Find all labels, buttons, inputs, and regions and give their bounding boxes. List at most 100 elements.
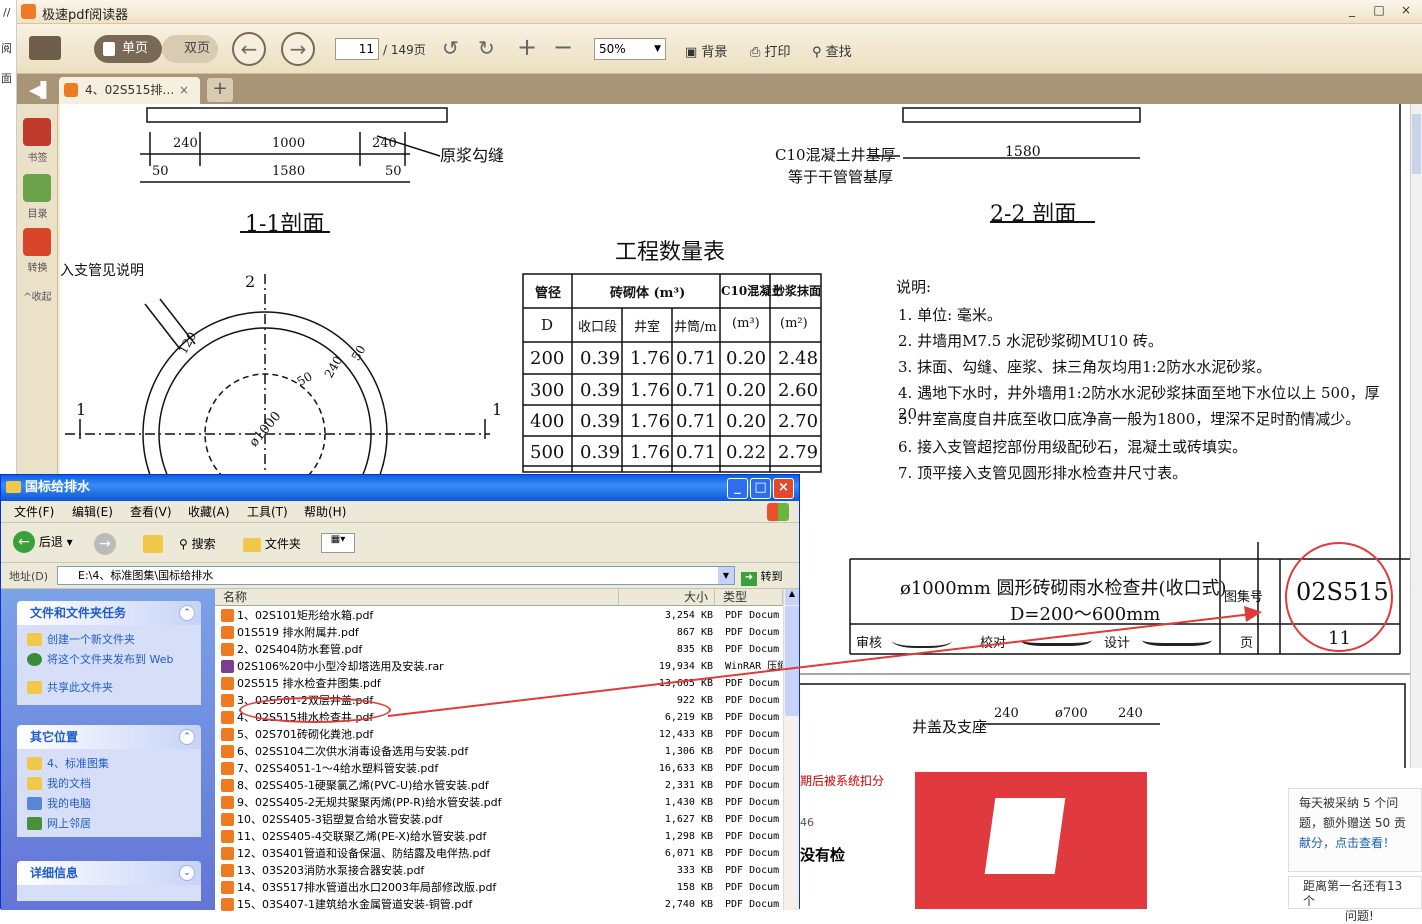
up-folder-icon[interactable] [143, 535, 163, 553]
file-row[interactable]: 11、02SS405-4交联聚乙烯(PE-X)给水管安装.pdf 1,298 KB… [217, 828, 783, 845]
file-row[interactable]: 6、02SS104二次供水消毒设备选用与安装.pdf 1,306 KB PDF Do… [217, 743, 783, 760]
menu-file[interactable]: 文件(F) [14, 501, 54, 523]
file-tasks-panel: 文件和文件夹任务 创建一个新文件夹 将这个文件夹发布到 Web 共享此文件夹 [17, 601, 201, 705]
note-line: 6. 接入支管超挖部份用级配砂石，混凝土或砖填实。 [898, 438, 1248, 456]
prev-page-button[interactable]: ← [232, 32, 266, 66]
page-number-input[interactable]: 11 [335, 38, 379, 60]
file-row[interactable]: 5、02S701砖砌化粪池.pdf 12,433 KB PDF Docum [217, 726, 783, 743]
strip-char: // [3, 6, 11, 19]
file-row[interactable]: 14、03S517排水管道出水口2003年局部修改版.pdf 158 KB PDF … [217, 879, 783, 896]
place-my-computer[interactable]: 我的电脑 [27, 797, 91, 811]
file-list-scrollbar[interactable]: ▲ [783, 589, 799, 910]
folders-button[interactable]: 文件夹 [243, 535, 301, 552]
address-input[interactable]: E:\4、标准图集\国标给排水 ▼ [57, 566, 735, 585]
zoom-select[interactable]: 50% ▼ [594, 38, 666, 60]
documents-icon [27, 777, 42, 790]
scroll-thumb[interactable] [785, 606, 799, 716]
menu-tools[interactable]: 工具(T) [247, 501, 288, 523]
toc-icon[interactable] [23, 174, 51, 202]
scroll-up-button[interactable]: ▲ [785, 589, 799, 605]
collapse-icon[interactable]: ⌃ [179, 605, 195, 621]
go-button[interactable]: ➜ 转到 [741, 568, 783, 586]
minimize-button[interactable]: _ [1342, 3, 1362, 19]
file-row[interactable]: 02S515 排水检查井图集.pdf 13,665 KB PDF Docum [217, 675, 783, 692]
maximize-button[interactable]: □ [750, 478, 771, 499]
column-size[interactable]: 大小 [619, 589, 715, 606]
double-page-button[interactable]: 双页 [162, 35, 218, 63]
print-button[interactable]: ⎙ 打印 [750, 41, 791, 60]
titleblock-name: ø1000mm 圆形砖砌雨水检查井(收口式) [900, 578, 1227, 599]
background-button[interactable]: ▣ 背景 [685, 41, 727, 60]
file-row[interactable]: 2、02S404防水套管.pdf 835 KB PDF Docum [217, 641, 783, 658]
find-button[interactable]: ⚲ 查找 [812, 41, 852, 60]
file-row[interactable]: 10、02SS405-3铝塑复合给水管安装.pdf 1,627 KB PDF Doc… [217, 811, 783, 828]
sidebar-collapse[interactable]: ^收起 [17, 288, 58, 303]
table-cell: 1.76 [630, 348, 671, 369]
file-row[interactable]: 8、02SS405-1硬聚氯乙烯(PVC-U)给水管安装.pdf 2,331 KB… [217, 777, 783, 794]
page-scrollbar[interactable] [1410, 104, 1422, 768]
file-tasks-title[interactable]: 文件和文件夹任务 [17, 601, 201, 625]
next-page-button[interactable]: → [281, 32, 315, 66]
convert-icon[interactable] [23, 228, 51, 256]
rotate-right-icon[interactable]: ↻ [478, 36, 495, 60]
minimize-button[interactable]: _ [727, 478, 748, 499]
file-size: 835 KB [676, 644, 713, 655]
explorer-title: 国标给排水 [25, 480, 91, 495]
signature-design [1142, 626, 1212, 646]
file-size: 2,740 KB [664, 899, 713, 910]
file-row[interactable]: 12、03S401管道和设备保温、防结露及电伴热.pdf 6,071 KB PDF … [217, 845, 783, 862]
column-name[interactable]: 名称 [215, 589, 619, 606]
task-new-folder[interactable]: 创建一个新文件夹 [27, 633, 135, 647]
details-title[interactable]: 详细信息 [17, 861, 201, 885]
file-name: 9、02SS405-2无规共聚聚丙烯(PP-R)给水管安装.pdf [237, 796, 502, 809]
file-row[interactable]: 1、02S101矩形给水箱.pdf 3,254 KB PDF Docum [217, 607, 783, 624]
menu-view[interactable]: 查看(V) [130, 501, 172, 523]
task-publish-web[interactable]: 将这个文件夹发布到 Web [27, 653, 187, 667]
task-share-folder[interactable]: 共享此文件夹 [27, 681, 113, 695]
file-row[interactable]: 13、03S203消防水泵接合器安装.pdf 333 KB PDF Docum [217, 862, 783, 879]
forward-arrow-icon[interactable]: → [94, 533, 116, 555]
pdf-file-icon [221, 796, 234, 809]
place-network[interactable]: 网上邻居 [27, 817, 91, 831]
globe-icon [27, 653, 42, 666]
search-button[interactable]: ⚲ 搜索 [179, 535, 216, 552]
bg-text: 46 [800, 816, 814, 829]
new-tab-button[interactable]: + [207, 78, 233, 102]
place-my-documents[interactable]: 我的文档 [27, 777, 91, 791]
menu-edit[interactable]: 编辑(E) [72, 501, 113, 523]
maximize-button[interactable]: □ [1369, 3, 1389, 19]
close-button[interactable]: × [773, 478, 794, 499]
scroll-thumb[interactable] [1412, 114, 1421, 174]
zoom-out-icon[interactable]: − [553, 33, 573, 61]
file-row[interactable]: 15、03S407-1建筑给水金属管道安装-铜管.pdf 2,740 KB PDF … [217, 896, 783, 913]
tab-close-icon[interactable]: × [179, 77, 189, 103]
file-type: PDF Docum [725, 678, 780, 689]
document-tab[interactable]: 4、02S515排… × [59, 77, 200, 104]
rotate-left-icon[interactable]: ↺ [442, 36, 459, 60]
tab-bar: ◀▌ 4、02S515排… × + [17, 74, 1422, 104]
sidebar-toggle-icon[interactable]: ◀▌ [29, 81, 52, 99]
zoom-in-icon[interactable]: + [517, 33, 537, 61]
other-places-title[interactable]: 其它位置 [17, 725, 201, 749]
open-folder-icon[interactable] [29, 36, 61, 60]
back-button[interactable]: ← 后退 ▾ [13, 531, 73, 553]
promo-link[interactable]: 献分，点击查看！ [1299, 833, 1411, 853]
chevron-down-icon[interactable]: ▼ [718, 567, 734, 584]
file-row[interactable]: 7、02SS4051-1～4给水塑料管安装.pdf 16,633 KB PDF Do… [217, 760, 783, 777]
file-row[interactable]: 01S519 排水附属井.pdf 867 KB PDF Docum [217, 624, 783, 641]
menu-help[interactable]: 帮助(H) [304, 501, 346, 523]
pdf-file-icon [221, 813, 234, 826]
column-type[interactable]: 类型 [715, 589, 783, 606]
place-standards[interactable]: 4、标准图集 [27, 757, 109, 771]
pdf-file-icon [221, 694, 234, 707]
file-type: PDF Docum [725, 712, 780, 723]
file-row[interactable]: 9、02SS405-2无规共聚聚丙烯(PP-R)给水管安装.pdf 1,430 K… [217, 794, 783, 811]
views-button[interactable]: ▦▾ [321, 533, 355, 553]
expand-icon[interactable]: ⌄ [179, 865, 195, 881]
bookmark-icon[interactable] [23, 118, 51, 146]
collapse-icon[interactable]: ⌃ [179, 729, 195, 745]
table-subheader: 井室 [634, 320, 661, 335]
file-row[interactable]: 02S106%20中小型冷却塔选用及安装.rar 19,934 KB WinRAR … [217, 658, 787, 675]
close-button[interactable]: × [1396, 3, 1416, 19]
menu-favorites[interactable]: 收藏(A) [188, 501, 230, 523]
